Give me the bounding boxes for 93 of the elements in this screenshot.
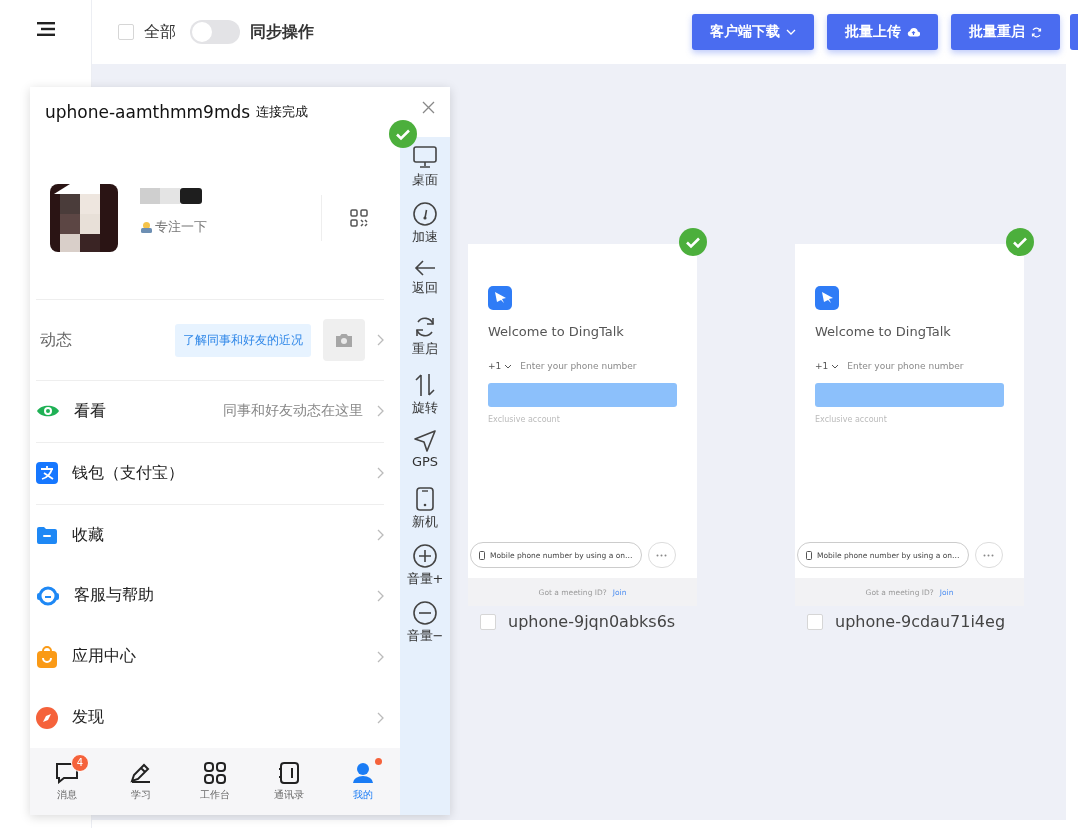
- status-text: 专注一下: [155, 218, 207, 236]
- checkbox[interactable]: [807, 613, 823, 630]
- device-name: uphone-9jqn0abks6s: [508, 612, 676, 631]
- compass-icon: [36, 706, 58, 729]
- refresh-icon: [1031, 26, 1042, 38]
- more-icon: [656, 553, 668, 557]
- menu-label: 客服与帮助: [74, 585, 155, 607]
- moments-hint: 了解同事和好友的近况: [175, 323, 311, 357]
- contacts-book-icon: [278, 761, 300, 784]
- sync-label: 同步操作: [250, 21, 314, 43]
- tool-button[interactable]: 音量−: [400, 601, 450, 651]
- moments-label: 动态: [40, 329, 73, 351]
- pen-icon: [129, 761, 153, 784]
- monitor-icon: [413, 145, 437, 169]
- menu-item[interactable]: 看看 同事和好友动态在这里: [36, 381, 384, 443]
- partial-button[interactable]: [1070, 14, 1078, 50]
- refresh-icon: [414, 316, 436, 338]
- nav-tab[interactable]: 4 消息: [30, 748, 104, 815]
- menu-item[interactable]: 客服与帮助: [36, 565, 384, 627]
- welcome-title: Welcome to DingTalk: [488, 324, 625, 339]
- menu-item[interactable]: 钱包（支付宝）: [36, 442, 384, 505]
- pay-app-icon: [36, 462, 58, 485]
- back-arrow-icon: [414, 259, 436, 277]
- welcome-title: Welcome to DingTalk: [815, 324, 952, 339]
- next-button[interactable]: [488, 383, 677, 407]
- nav-tab[interactable]: 工作台: [178, 748, 252, 815]
- close-icon[interactable]: [422, 100, 435, 114]
- person-icon: [352, 761, 374, 784]
- nav-tab[interactable]: 我的: [326, 748, 400, 815]
- upload-button[interactable]: 批量上传: [827, 14, 938, 50]
- chevron-icon: [377, 650, 384, 663]
- select-all-label: 全部: [144, 21, 176, 43]
- device-title: uphone-aamthmm9mds: [45, 102, 251, 122]
- chat-icon: [55, 761, 79, 784]
- chevron-icon: [377, 529, 384, 542]
- nav-tab[interactable]: 通讯录: [252, 748, 326, 815]
- app-logo-icon: [488, 286, 512, 310]
- tool-button[interactable]: 旋转: [400, 373, 450, 423]
- minus-circle-icon: [413, 601, 437, 625]
- plus-circle-icon: [413, 544, 437, 568]
- qr-code-icon[interactable]: [350, 209, 368, 227]
- grid-icon: [204, 761, 226, 784]
- menu-label: 发现: [72, 707, 105, 729]
- cloud-upload-icon: [907, 27, 920, 37]
- menu-item[interactable]: 收藏: [36, 504, 384, 566]
- caret-icon: [831, 363, 840, 369]
- device-name: uphone-9cdau71i4eg: [835, 612, 1006, 631]
- speedometer-icon: [413, 202, 437, 226]
- tool-button[interactable]: 返回: [400, 259, 450, 309]
- unread-badge: 4: [71, 753, 89, 772]
- shopping-bag-icon: [36, 645, 58, 669]
- next-button[interactable]: [815, 383, 1004, 407]
- chevron-icon: [377, 334, 384, 346]
- menu-label: 看看: [74, 400, 107, 422]
- checkbox[interactable]: [118, 24, 134, 40]
- chevron-icon: [377, 711, 384, 724]
- caret-icon: [504, 363, 513, 369]
- restart-button[interactable]: 批量重启: [951, 14, 1060, 50]
- caret-icon: [786, 29, 796, 35]
- phone-icon: [806, 550, 812, 560]
- phone-icon: [479, 550, 485, 560]
- toggle-switch[interactable]: [190, 20, 240, 44]
- tool-button[interactable]: 音量+: [400, 544, 450, 594]
- app-logo-icon: [815, 286, 839, 310]
- menu-icon[interactable]: [36, 22, 55, 36]
- location-arrow-icon: [414, 430, 436, 452]
- more-icon: [983, 553, 995, 557]
- person-emoji-icon: [140, 221, 153, 233]
- camera-button[interactable]: [323, 319, 365, 361]
- nav-tab[interactable]: 学习: [104, 748, 178, 815]
- menu-item[interactable]: 应用中心: [36, 626, 384, 688]
- menu-item[interactable]: 发现: [36, 687, 384, 748]
- tool-button[interactable]: GPS: [400, 430, 450, 480]
- camera-icon: [335, 333, 353, 347]
- tool-button[interactable]: 新机: [400, 487, 450, 537]
- menu-detail: 同事和好友动态在这里: [223, 402, 363, 421]
- country-code[interactable]: +1: [488, 361, 513, 371]
- swap-arrows-icon: [414, 373, 436, 397]
- menu-label: 收藏: [72, 524, 105, 546]
- folder-icon: [36, 525, 58, 546]
- download-button[interactable]: 客户端下载: [692, 14, 814, 50]
- menu-label: 应用中心: [72, 646, 137, 668]
- menu-label: 钱包（支付宝）: [72, 462, 185, 484]
- chevron-icon: [377, 405, 384, 418]
- tool-button[interactable]: 重启: [400, 316, 450, 366]
- connection-status: 连接完成: [256, 103, 310, 121]
- chevron-icon: [377, 467, 384, 480]
- phone-icon: [416, 487, 434, 511]
- chevron-icon: [377, 589, 384, 602]
- tool-button[interactable]: 加速: [400, 202, 450, 252]
- country-code[interactable]: +1: [815, 361, 840, 371]
- checkbox[interactable]: [480, 613, 496, 630]
- tool-button[interactable]: 桌面: [400, 145, 450, 195]
